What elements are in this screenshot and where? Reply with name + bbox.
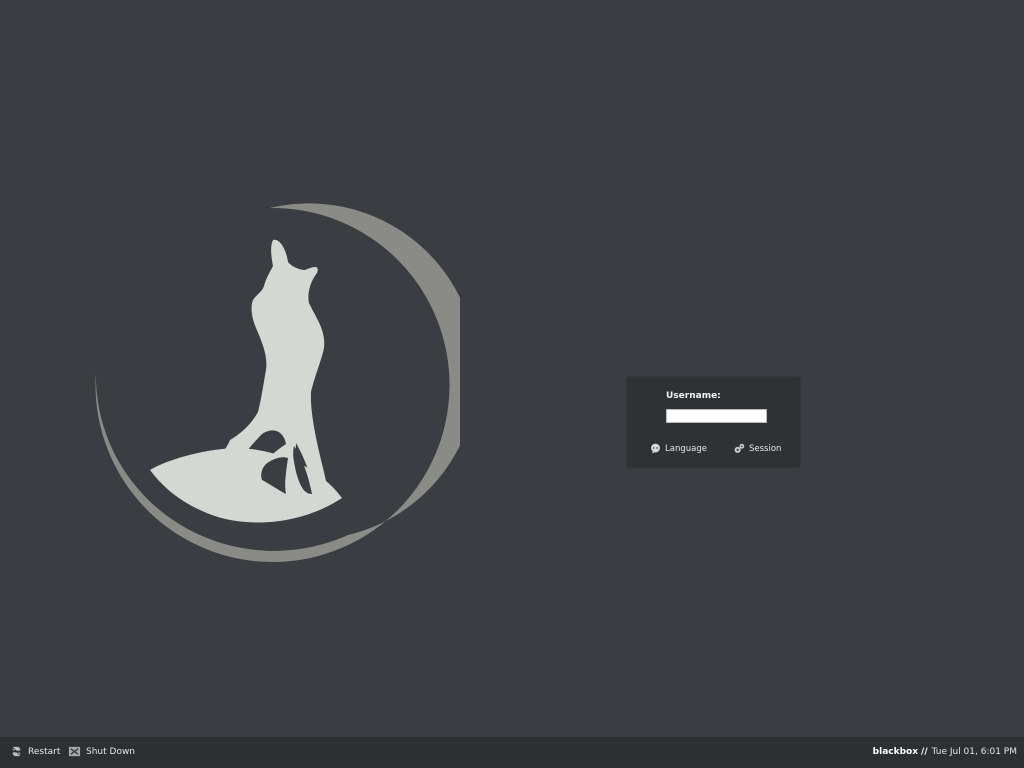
bottom-bar: Restart Shut Down blackbox//Tue Jul 01, … bbox=[0, 737, 1024, 768]
shutdown-button[interactable]: Shut Down bbox=[68, 745, 135, 758]
shutdown-icon bbox=[68, 746, 81, 757]
howling-wolf-moon-logo bbox=[95, 203, 460, 562]
shutdown-label: Shut Down bbox=[86, 746, 136, 757]
login-panel: Username: Language Session bbox=[627, 377, 800, 467]
language-button[interactable]: Language bbox=[650, 443, 707, 454]
restart-label: Restart bbox=[28, 746, 61, 757]
status-area: blackbox//Tue Jul 01, 6:01 PM bbox=[873, 747, 1017, 757]
language-label: Language bbox=[665, 443, 707, 454]
session-button[interactable]: Session bbox=[734, 443, 781, 454]
clock: Tue Jul 01, 6:01 PM bbox=[931, 747, 1017, 757]
gears-icon bbox=[734, 443, 745, 453]
speech-bubble-icon bbox=[651, 443, 660, 454]
restart-button[interactable]: Restart bbox=[10, 745, 60, 758]
login-screen: Username: Language Session Restart Shut … bbox=[0, 0, 1024, 768]
username-label: Username: bbox=[666, 391, 721, 401]
hostname: blackbox bbox=[872, 747, 919, 757]
username-input[interactable] bbox=[666, 409, 767, 423]
restart-icon bbox=[11, 746, 22, 757]
separator: // bbox=[921, 747, 928, 757]
session-label: Session bbox=[749, 443, 782, 454]
